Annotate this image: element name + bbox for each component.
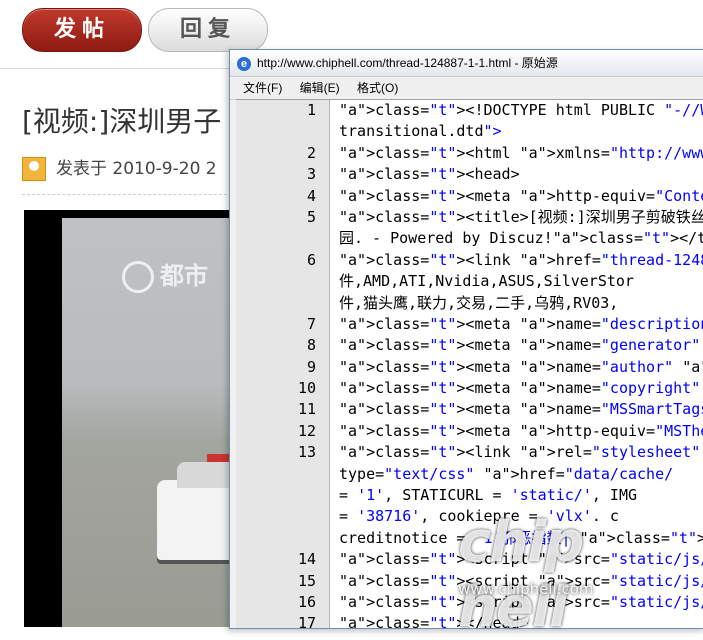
source-line: 8 "a">class="t"><meta "a">name="generator… <box>236 335 703 356</box>
line-number: 13 <box>297 443 316 462</box>
window-titlebar[interactable]: e http://www.chiphell.com/thread-124887-1… <box>230 50 703 77</box>
line-text: transitional.dtd"> <box>339 122 502 141</box>
channel-logo-icon <box>122 261 154 293</box>
line-text: "a">class="t"><meta "a">http-equiv="Cont… <box>339 186 703 205</box>
source-line: 12 "a">class="t"><meta "a">http-equiv="MS… <box>236 421 703 442</box>
line-text: "a">class="t"><link "a">rel="stylesheet"… <box>339 443 701 462</box>
source-line: = '1', STATICURL = 'static/', IMG <box>236 485 703 506</box>
source-line: 7 "a">class="t"><meta "a">name="descripti… <box>236 314 703 335</box>
line-text: "a">class="t"><link "a">href="thread-124… <box>339 250 703 269</box>
source-line: 9 "a">class="t"><meta "a">name="author" "… <box>236 357 703 378</box>
source-line: 件,猫头鹰,联力,交易,二手,乌鸦,RV03, <box>236 293 703 314</box>
line-number: 1 <box>306 101 316 119</box>
line-text: "a">class="t"><meta "a">name="descriptio… <box>339 314 703 333</box>
source-line: 5 "a">class="t"><title>[视频:]深圳男子剪破铁丝网闯机 <box>236 207 703 228</box>
line-number: 15 <box>297 571 316 590</box>
menu-edit[interactable]: 编辑(E) <box>300 77 340 99</box>
source-line: 10 "a">class="t"><meta "a">name="copyrigh… <box>236 378 703 399</box>
channel-logo: 都市 <box>122 256 208 293</box>
source-line: 11 "a">class="t"><meta "a">name="MSSmartT… <box>236 399 703 420</box>
source-line: 6 "a">class="t"><link "a">href="thread-12… <box>236 250 703 271</box>
video-frame: 都市 <box>62 218 238 627</box>
line-number: 9 <box>306 357 316 376</box>
line-number: 3 <box>306 165 316 184</box>
line-number: 14 <box>297 550 316 569</box>
channel-logo-text: 都市 <box>160 262 208 290</box>
reply-button[interactable]: 回复 <box>148 8 268 52</box>
menu-file[interactable]: 文件(F) <box>243 77 282 99</box>
line-number: 16 <box>297 592 316 611</box>
line-number: 10 <box>297 379 316 398</box>
source-line: 2 "a">class="t"><html "a">xmlns="http://w… <box>236 143 703 164</box>
line-number: 6 <box>306 250 316 269</box>
line-text: "a">class="t"><!DOCTYPE html PUBLIC "-//… <box>339 101 703 119</box>
source-line: 件,AMD,ATI,Nvidia,ASUS,SilverStor <box>236 271 703 292</box>
post-date: 发表于 2010-9-20 2 <box>56 159 217 179</box>
line-number: 12 <box>297 421 316 440</box>
line-number: 8 <box>306 336 316 355</box>
post-button[interactable]: 发帖 <box>22 8 142 52</box>
source-line: 13 "a">class="t"><link "a">rel="styleshee… <box>236 442 703 463</box>
line-text: type="text/css" "a">href="data/cache/ <box>339 464 674 483</box>
line-number: 17 <box>297 614 316 628</box>
watermark-url: www.chiphell.com <box>458 580 594 598</box>
ie-icon: e <box>237 56 251 71</box>
window-title: http://www.chiphell.com/thread-124887-1-… <box>257 56 558 70</box>
line-number: 5 <box>306 207 316 226</box>
line-text: "a">class="t"><meta "a">http-equiv="MSTh… <box>339 421 703 440</box>
source-line: transitional.dtd"> <box>236 121 703 142</box>
line-text: 件,AMD,ATI,Nvidia,ASUS,SilverStor <box>339 272 634 291</box>
menu-bar: 文件(F) 编辑(E) 格式(O) <box>230 77 703 100</box>
line-text: "a">class="t"><html "a">xmlns="http://ww… <box>339 143 703 162</box>
post-meta: 发表于 2010-9-20 2 <box>22 154 217 181</box>
line-text: "a">class="t"><meta "a">name="generator"… <box>339 336 701 355</box>
police-car-image <box>157 454 238 560</box>
divider <box>22 194 242 195</box>
line-text: "a">class="t"><meta "a">name="author" "a… <box>339 357 703 376</box>
video-player[interactable]: 都市 <box>24 210 238 627</box>
line-text: "a">class="t"><meta "a">name="MSSmartTag… <box>339 400 703 419</box>
line-text: 件,猫头鹰,联力,交易,二手,乌鸦,RV03, <box>339 293 619 312</box>
watermark-logo: chip hell <box>458 510 584 640</box>
site-watermark: chip hell www.chiphell.com <box>458 510 703 640</box>
source-line: 4 "a">class="t"><meta "a">http-equiv="Con… <box>236 186 703 207</box>
line-number: 7 <box>306 314 316 333</box>
line-text: = '1', STATICURL = 'static/', IMG <box>339 486 638 505</box>
line-number: 11 <box>297 400 316 419</box>
source-line: type="text/css" "a">href="data/cache/ <box>236 464 703 485</box>
source-line: 1 "a">class="t"><!DOCTYPE html PUBLIC "-/… <box>236 100 703 121</box>
siren-light <box>207 454 231 462</box>
source-line: 3 "a">class="t"><head> <box>236 164 703 185</box>
line-text: "a">class="t"><head> <box>339 165 520 184</box>
thread-title: [视频:]深圳男子 <box>22 105 222 138</box>
line-text: "a">class="t"><title>[视频:]深圳男子剪破铁丝网闯机 <box>339 207 703 226</box>
line-text: 园. - Powered by Discuz!"a">class="t"></t… <box>339 229 703 248</box>
line-number: 4 <box>306 186 316 205</box>
menu-format[interactable]: 格式(O) <box>357 77 398 99</box>
source-line: 园. - Powered by Discuz!"a">class="t"></t… <box>236 228 703 249</box>
line-number: 2 <box>306 143 316 162</box>
user-avatar-icon <box>22 157 46 181</box>
line-text: "a">class="t"><meta "a">name="copyright"… <box>339 379 701 398</box>
